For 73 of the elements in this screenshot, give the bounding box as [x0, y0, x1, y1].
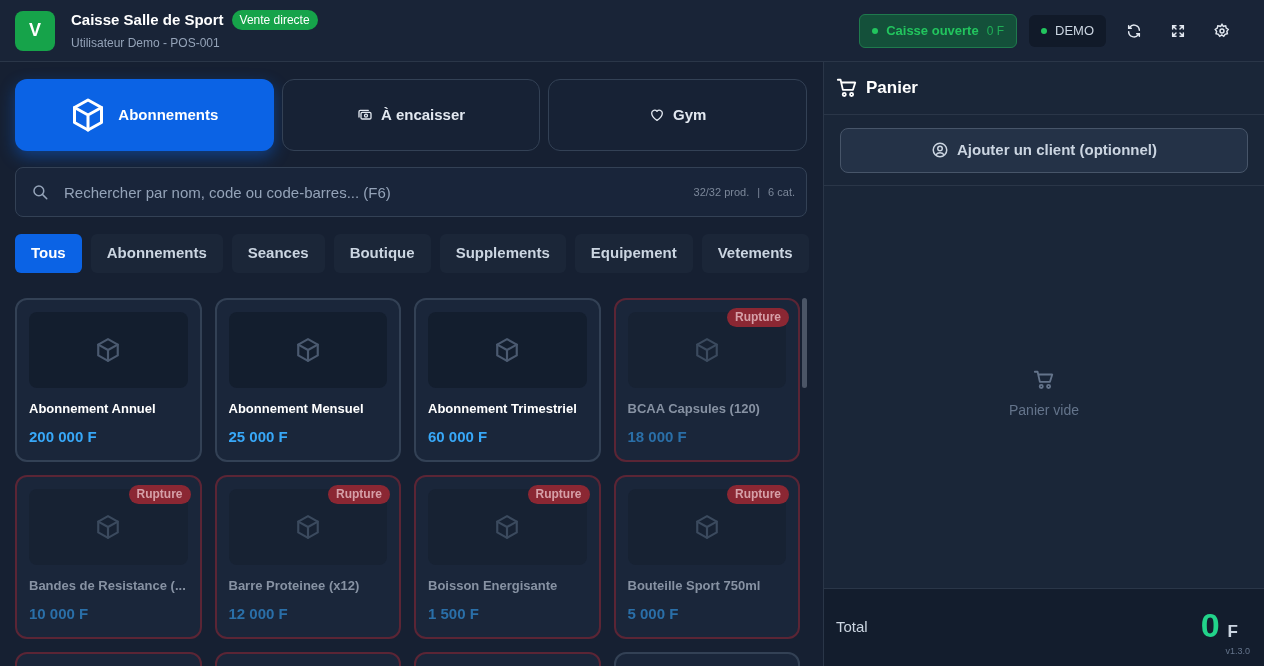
product-card[interactable]: Rupture Bandes de Resistance (... 10 000 F [15, 475, 202, 639]
mode-badge: Vente directe [231, 10, 318, 30]
product-price: 25 000 F [228, 426, 289, 447]
product-name: Abonnement Mensuel [228, 400, 365, 418]
product-name: BCAA Capsules (120) [627, 400, 761, 418]
product-price: 18 000 F [627, 426, 688, 447]
category-chip[interactable]: Vetements [701, 234, 809, 273]
mode-tab[interactable]: Gym [548, 79, 807, 151]
total-currency: F [1227, 621, 1238, 643]
settings-icon[interactable] [1214, 22, 1230, 39]
product-count: 32/32 prod. [693, 185, 750, 200]
product-card[interactable]: Rupture Boisson Energisante 1 500 F [414, 475, 601, 639]
cube-icon [494, 337, 521, 363]
category-chip[interactable]: Supplements [439, 234, 566, 273]
demo-badge: DEMO [1029, 14, 1106, 47]
refresh-icon[interactable] [1126, 22, 1142, 39]
cube-icon [693, 514, 720, 540]
product-card[interactable]: Abonnement Annuel 200 000 F [15, 298, 202, 462]
heart-icon [648, 107, 665, 123]
cube-icon [294, 514, 321, 540]
cash-icon [356, 107, 373, 123]
category-chip[interactable]: Seances [231, 234, 325, 273]
out-of-stock-badge: Rupture [128, 485, 191, 504]
product-price: 60 000 F [428, 426, 489, 447]
cube-icon [494, 514, 521, 540]
out-of-stock-badge: Rupture [727, 485, 789, 504]
add-client-button[interactable]: Ajouter un client (optionnel) [840, 127, 1248, 173]
product-name: Abonnement Trimestriel [428, 400, 578, 418]
product-price: 10 000 F [29, 603, 90, 624]
product-name: Abonnement Annuel [29, 400, 157, 418]
scrollbar[interactable] [802, 298, 807, 388]
cube-icon [95, 337, 122, 363]
product-name: Bandes de Resistance (... [29, 577, 187, 595]
app-title: Caisse Salle de Sport [71, 9, 224, 30]
product-card[interactable]: Abonnement Mensuel 25 000 F [214, 298, 401, 462]
category-chip[interactable]: Boutique [333, 234, 431, 273]
app-logo: V [15, 10, 55, 51]
product-card[interactable]: Rupture Barre Proteinee (x12) 12 000 F [214, 475, 401, 639]
search-icon [31, 183, 49, 201]
app-subtitle: Utilisateur Demo - POS-001 [71, 35, 221, 53]
version-label: v1.3.0 [1225, 644, 1250, 658]
fullscreen-icon[interactable] [1170, 22, 1186, 39]
product-card[interactable]: Rupture BCAA Capsules (120) 18 000 F [613, 298, 800, 462]
category-count: 6 cat. [768, 185, 795, 200]
category-chip[interactable]: Tous [15, 234, 82, 273]
cube-icon [95, 514, 122, 540]
mode-tab[interactable]: À encaisser [281, 79, 541, 151]
cube-icon [693, 337, 720, 363]
product-card[interactable]: Rupture Bouteille Sport 750ml 5 000 F [613, 475, 800, 639]
product-price: 12 000 F [228, 603, 289, 624]
category-chip[interactable]: Equipement [574, 234, 693, 273]
product-price: 1 500 F [428, 603, 480, 624]
total-label: Total [836, 617, 868, 638]
empty-cart-text: Panier vide [1008, 401, 1079, 420]
user-icon [931, 141, 949, 159]
total-amount: 0 [1200, 605, 1220, 646]
cube-icon [294, 337, 321, 363]
register-status-button[interactable]: Caisse ouverte 0 F [859, 13, 1017, 48]
cart-icon [1033, 369, 1055, 391]
cart-icon [836, 77, 858, 99]
out-of-stock-badge: Rupture [727, 308, 789, 327]
product-name: Boisson Energisante [428, 577, 559, 595]
product-price: 200 000 F [29, 426, 98, 447]
product-card[interactable]: Abonnement Trimestriel 60 000 F [414, 298, 601, 462]
product-name: Barre Proteinee (x12) [228, 577, 361, 595]
out-of-stock-badge: Rupture [527, 485, 590, 504]
out-of-stock-badge: Rupture [328, 485, 390, 504]
category-chip[interactable]: Abonnements [90, 234, 223, 273]
count-separator: | [757, 185, 761, 200]
product-price: 5 000 F [627, 603, 680, 624]
cart-title: Panier [866, 77, 918, 100]
product-name: Bouteille Sport 750ml [627, 577, 762, 595]
mode-tab[interactable]: Abonnements [15, 79, 274, 151]
